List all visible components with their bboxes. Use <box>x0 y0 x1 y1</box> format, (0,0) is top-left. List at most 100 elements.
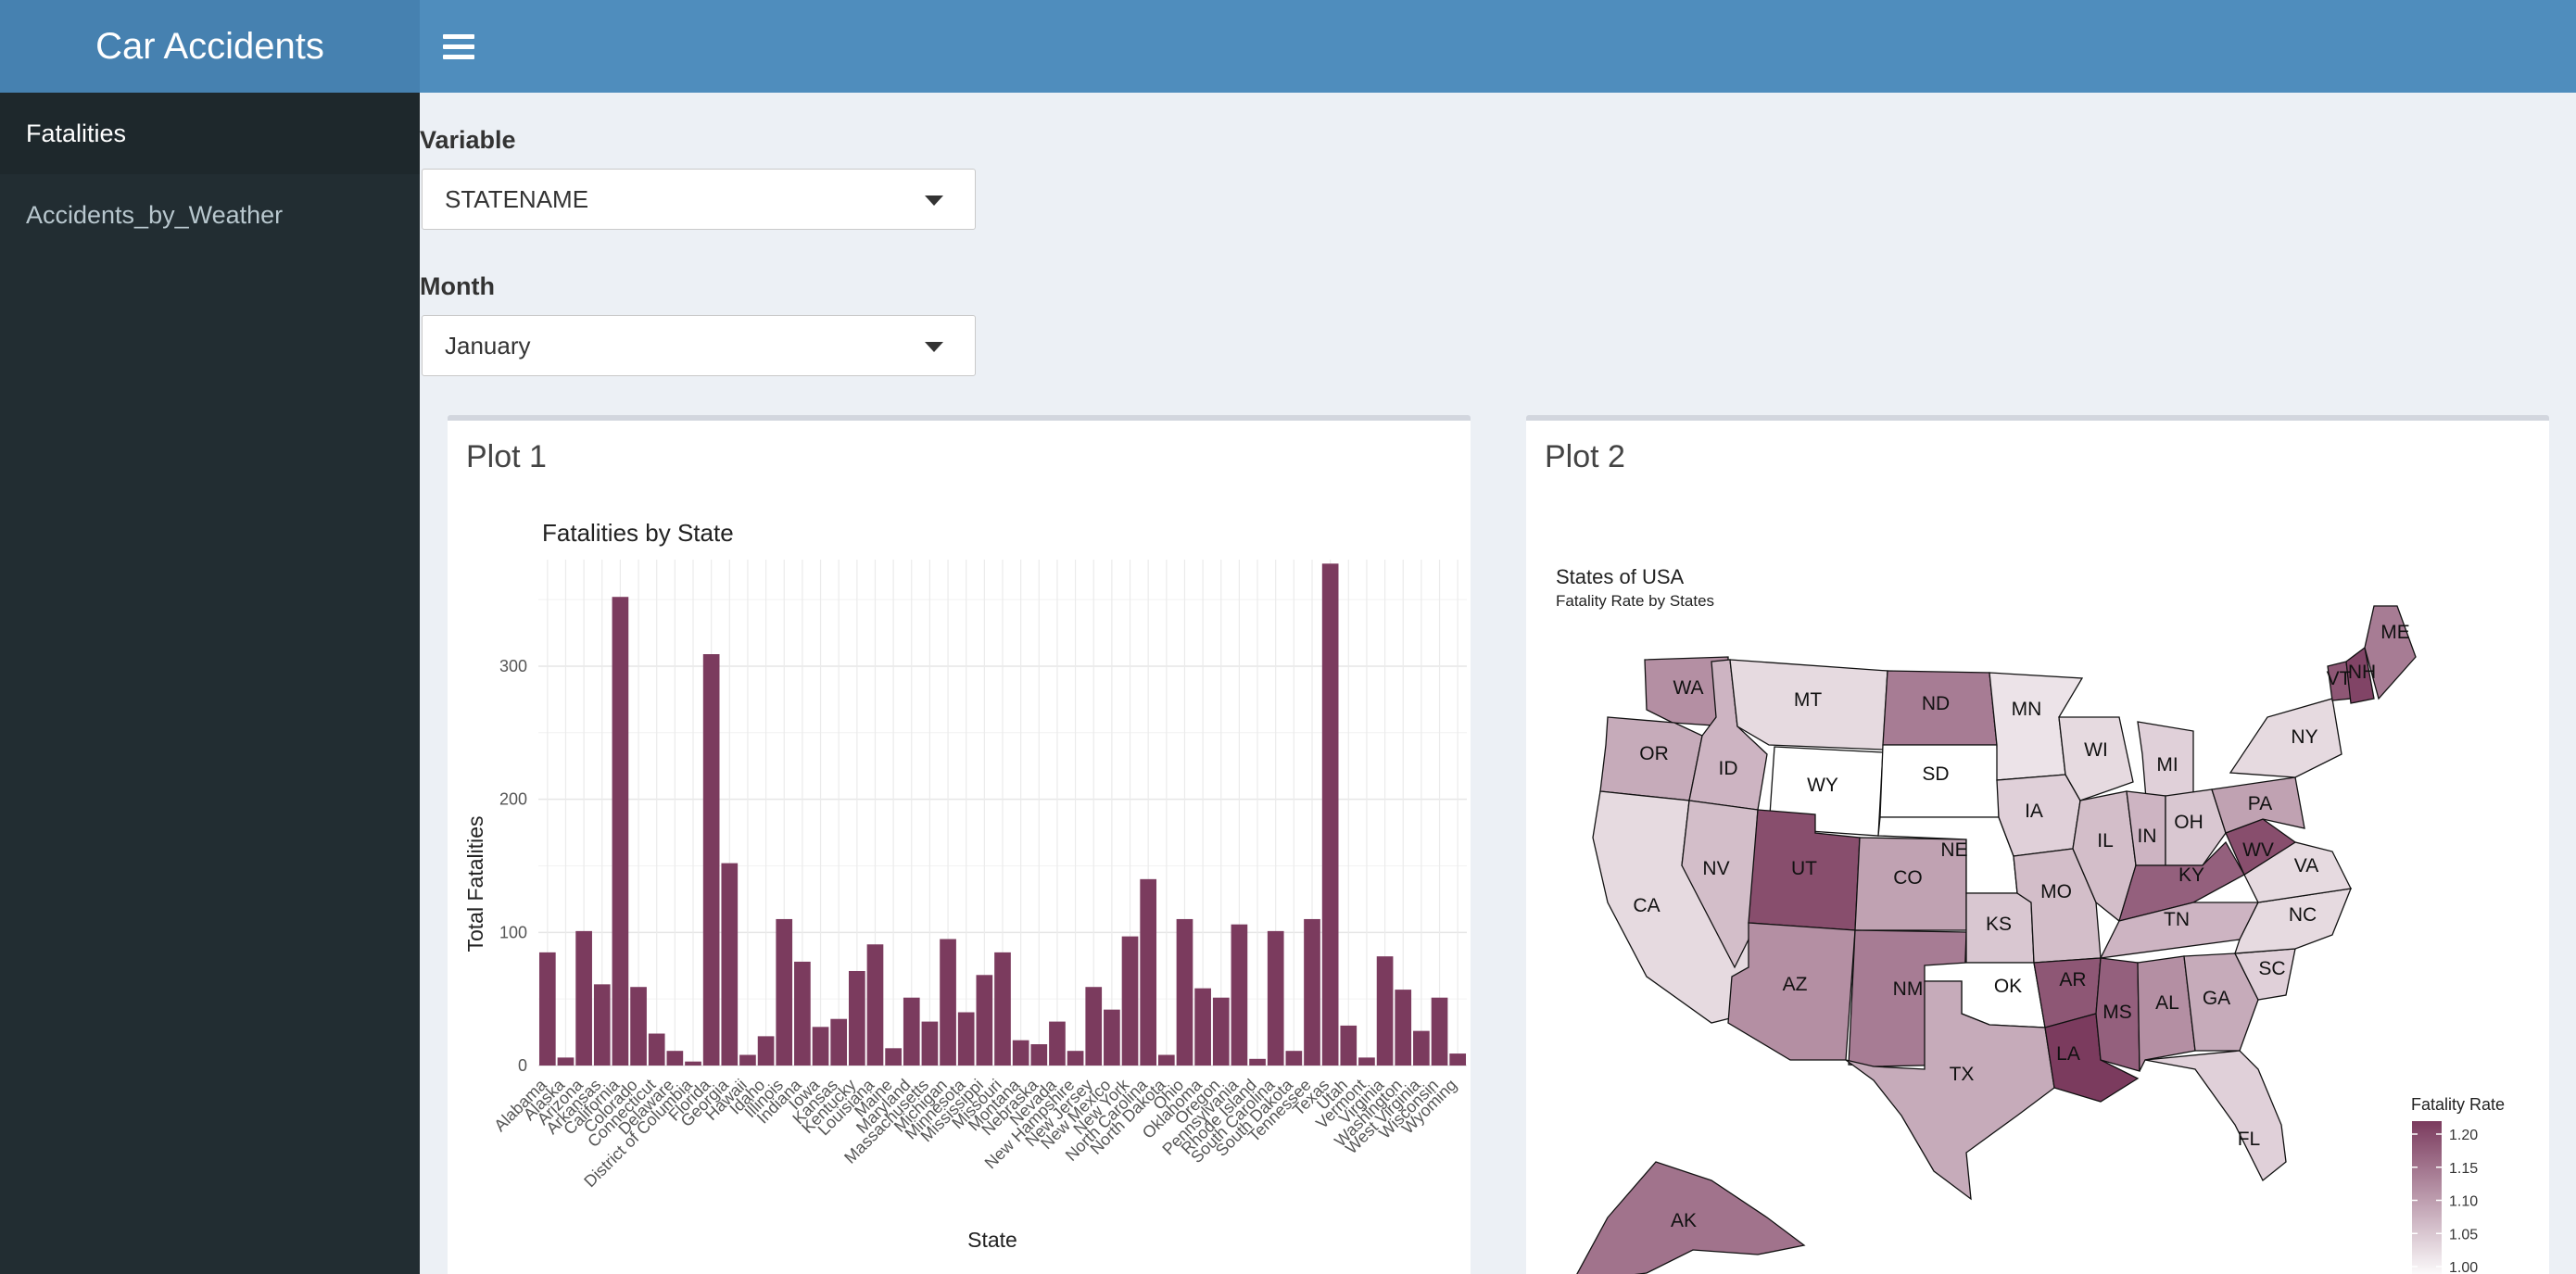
bar <box>612 597 629 1066</box>
bar <box>739 1054 756 1066</box>
bar <box>630 987 647 1066</box>
legend-title: Fatality Rate <box>2411 1095 2505 1114</box>
bar <box>1376 956 1394 1066</box>
caret-down-icon <box>925 196 943 206</box>
state-label: VA <box>2294 855 2318 877</box>
state-label: GA <box>2203 988 2230 1009</box>
bar <box>994 952 1011 1066</box>
state-label: AR <box>2059 969 2086 990</box>
chart-title: Fatalities by State <box>542 519 734 547</box>
y-tick-label: 300 <box>499 657 527 675</box>
plot2-box: Plot 2 States of USA Fatality Rate by St… <box>1526 415 2549 1274</box>
y-axis-label: Total Fatalities <box>463 815 487 952</box>
map-title: States of USA <box>1556 565 1685 588</box>
state-label: NV <box>1702 858 1729 879</box>
bar <box>866 944 884 1066</box>
main-content: Variable STATENAME Month January Plot 1 … <box>420 93 2576 1274</box>
bar <box>1321 563 1339 1066</box>
state-label: IA <box>2025 801 2043 822</box>
bar <box>538 952 556 1066</box>
state-label: TX <box>1950 1064 1975 1085</box>
state-label: OR <box>1639 743 1669 764</box>
state-label: SC <box>2258 958 2285 979</box>
state-label: CA <box>1633 895 1660 916</box>
state-label: ME <box>2380 622 2410 643</box>
state-label: KS <box>1986 914 2012 935</box>
month-select-value: January <box>445 331 531 359</box>
month-label: Month <box>420 272 495 300</box>
bar <box>1012 1040 1029 1066</box>
bar <box>885 1048 902 1066</box>
legend-tick-label: 1.05 <box>2449 1227 2478 1242</box>
state-label: AZ <box>1783 974 1808 995</box>
state-label: NM <box>1893 978 1924 1000</box>
state-label: NE <box>1940 839 1967 861</box>
bar <box>1067 1051 1084 1066</box>
bar <box>812 1027 829 1066</box>
bar <box>1431 997 1448 1066</box>
state-label: ID <box>1719 758 1738 779</box>
bar <box>1212 997 1230 1066</box>
state-label: MT <box>1794 689 1822 711</box>
bar <box>1285 1051 1303 1066</box>
state-label: PA <box>2248 793 2272 814</box>
bar <box>593 984 611 1066</box>
state-label: OK <box>1994 976 2022 997</box>
bar <box>848 970 865 1066</box>
legend-tick-label: 1.15 <box>2449 1161 2478 1177</box>
state-label: WV <box>2242 839 2274 861</box>
legend-tick-label: 1.00 <box>2449 1260 2478 1274</box>
state-label: MN <box>2012 699 2042 720</box>
sidebar-item-accidents-by-weather[interactable]: Accidents_by_Weather <box>0 174 420 256</box>
y-tick-label: 0 <box>518 1056 527 1075</box>
bar <box>721 863 739 1066</box>
bar <box>575 930 592 1066</box>
bar <box>1176 918 1193 1066</box>
state-label: AL <box>2155 992 2179 1014</box>
bar <box>1140 878 1157 1066</box>
state-label: NC <box>2289 904 2317 926</box>
bar <box>1231 924 1248 1066</box>
bar <box>757 1036 775 1066</box>
hamburger-icon[interactable] <box>443 28 474 65</box>
bar <box>1267 930 1284 1066</box>
caret-down-icon <box>925 342 943 352</box>
bar-chart: Fatalities by State 0100200300 AlabamaAl… <box>463 519 1467 1252</box>
sidebar: Fatalities Accidents_by_Weather <box>0 93 420 1274</box>
bar <box>921 1021 939 1066</box>
state-label: FL <box>2238 1129 2261 1150</box>
bar <box>1413 1030 1430 1066</box>
variable-label: Variable <box>420 126 516 154</box>
y-tick-label: 200 <box>499 790 527 809</box>
state-label: OH <box>2174 812 2203 833</box>
sidebar-item-fatalities[interactable]: Fatalities <box>0 93 420 174</box>
bar <box>1157 1054 1175 1066</box>
sidebar-item-label: Fatalities <box>26 119 127 147</box>
bar <box>1449 1053 1467 1066</box>
state-label: ND <box>1922 693 1950 714</box>
bar <box>903 997 920 1066</box>
app-brand-title: Car Accidents <box>0 0 420 93</box>
state-label: NH <box>2348 662 2376 683</box>
choropleth-map: States of USA Fatality Rate by States WA… <box>1556 565 2505 1274</box>
state-label: WY <box>1807 775 1838 796</box>
bar <box>776 918 793 1066</box>
bar <box>702 654 720 1066</box>
bar <box>1340 1025 1357 1066</box>
bar <box>557 1057 575 1066</box>
state-fl <box>2144 1050 2287 1182</box>
bar <box>1304 918 1320 1066</box>
bar <box>957 1012 975 1066</box>
state-ny <box>2229 698 2342 778</box>
bar <box>685 1061 701 1066</box>
state-label: WI <box>2084 739 2108 761</box>
state-label: LA <box>2056 1043 2080 1065</box>
variable-select[interactable]: STATENAME <box>422 169 976 230</box>
top-navbar: Car Accidents <box>0 0 2576 93</box>
legend-color-bar <box>2412 1121 2442 1274</box>
state-label: KY <box>2178 864 2204 886</box>
bar <box>1104 1009 1120 1066</box>
month-select[interactable]: January <box>422 315 976 376</box>
bar <box>666 1051 684 1066</box>
bar <box>940 939 956 1066</box>
